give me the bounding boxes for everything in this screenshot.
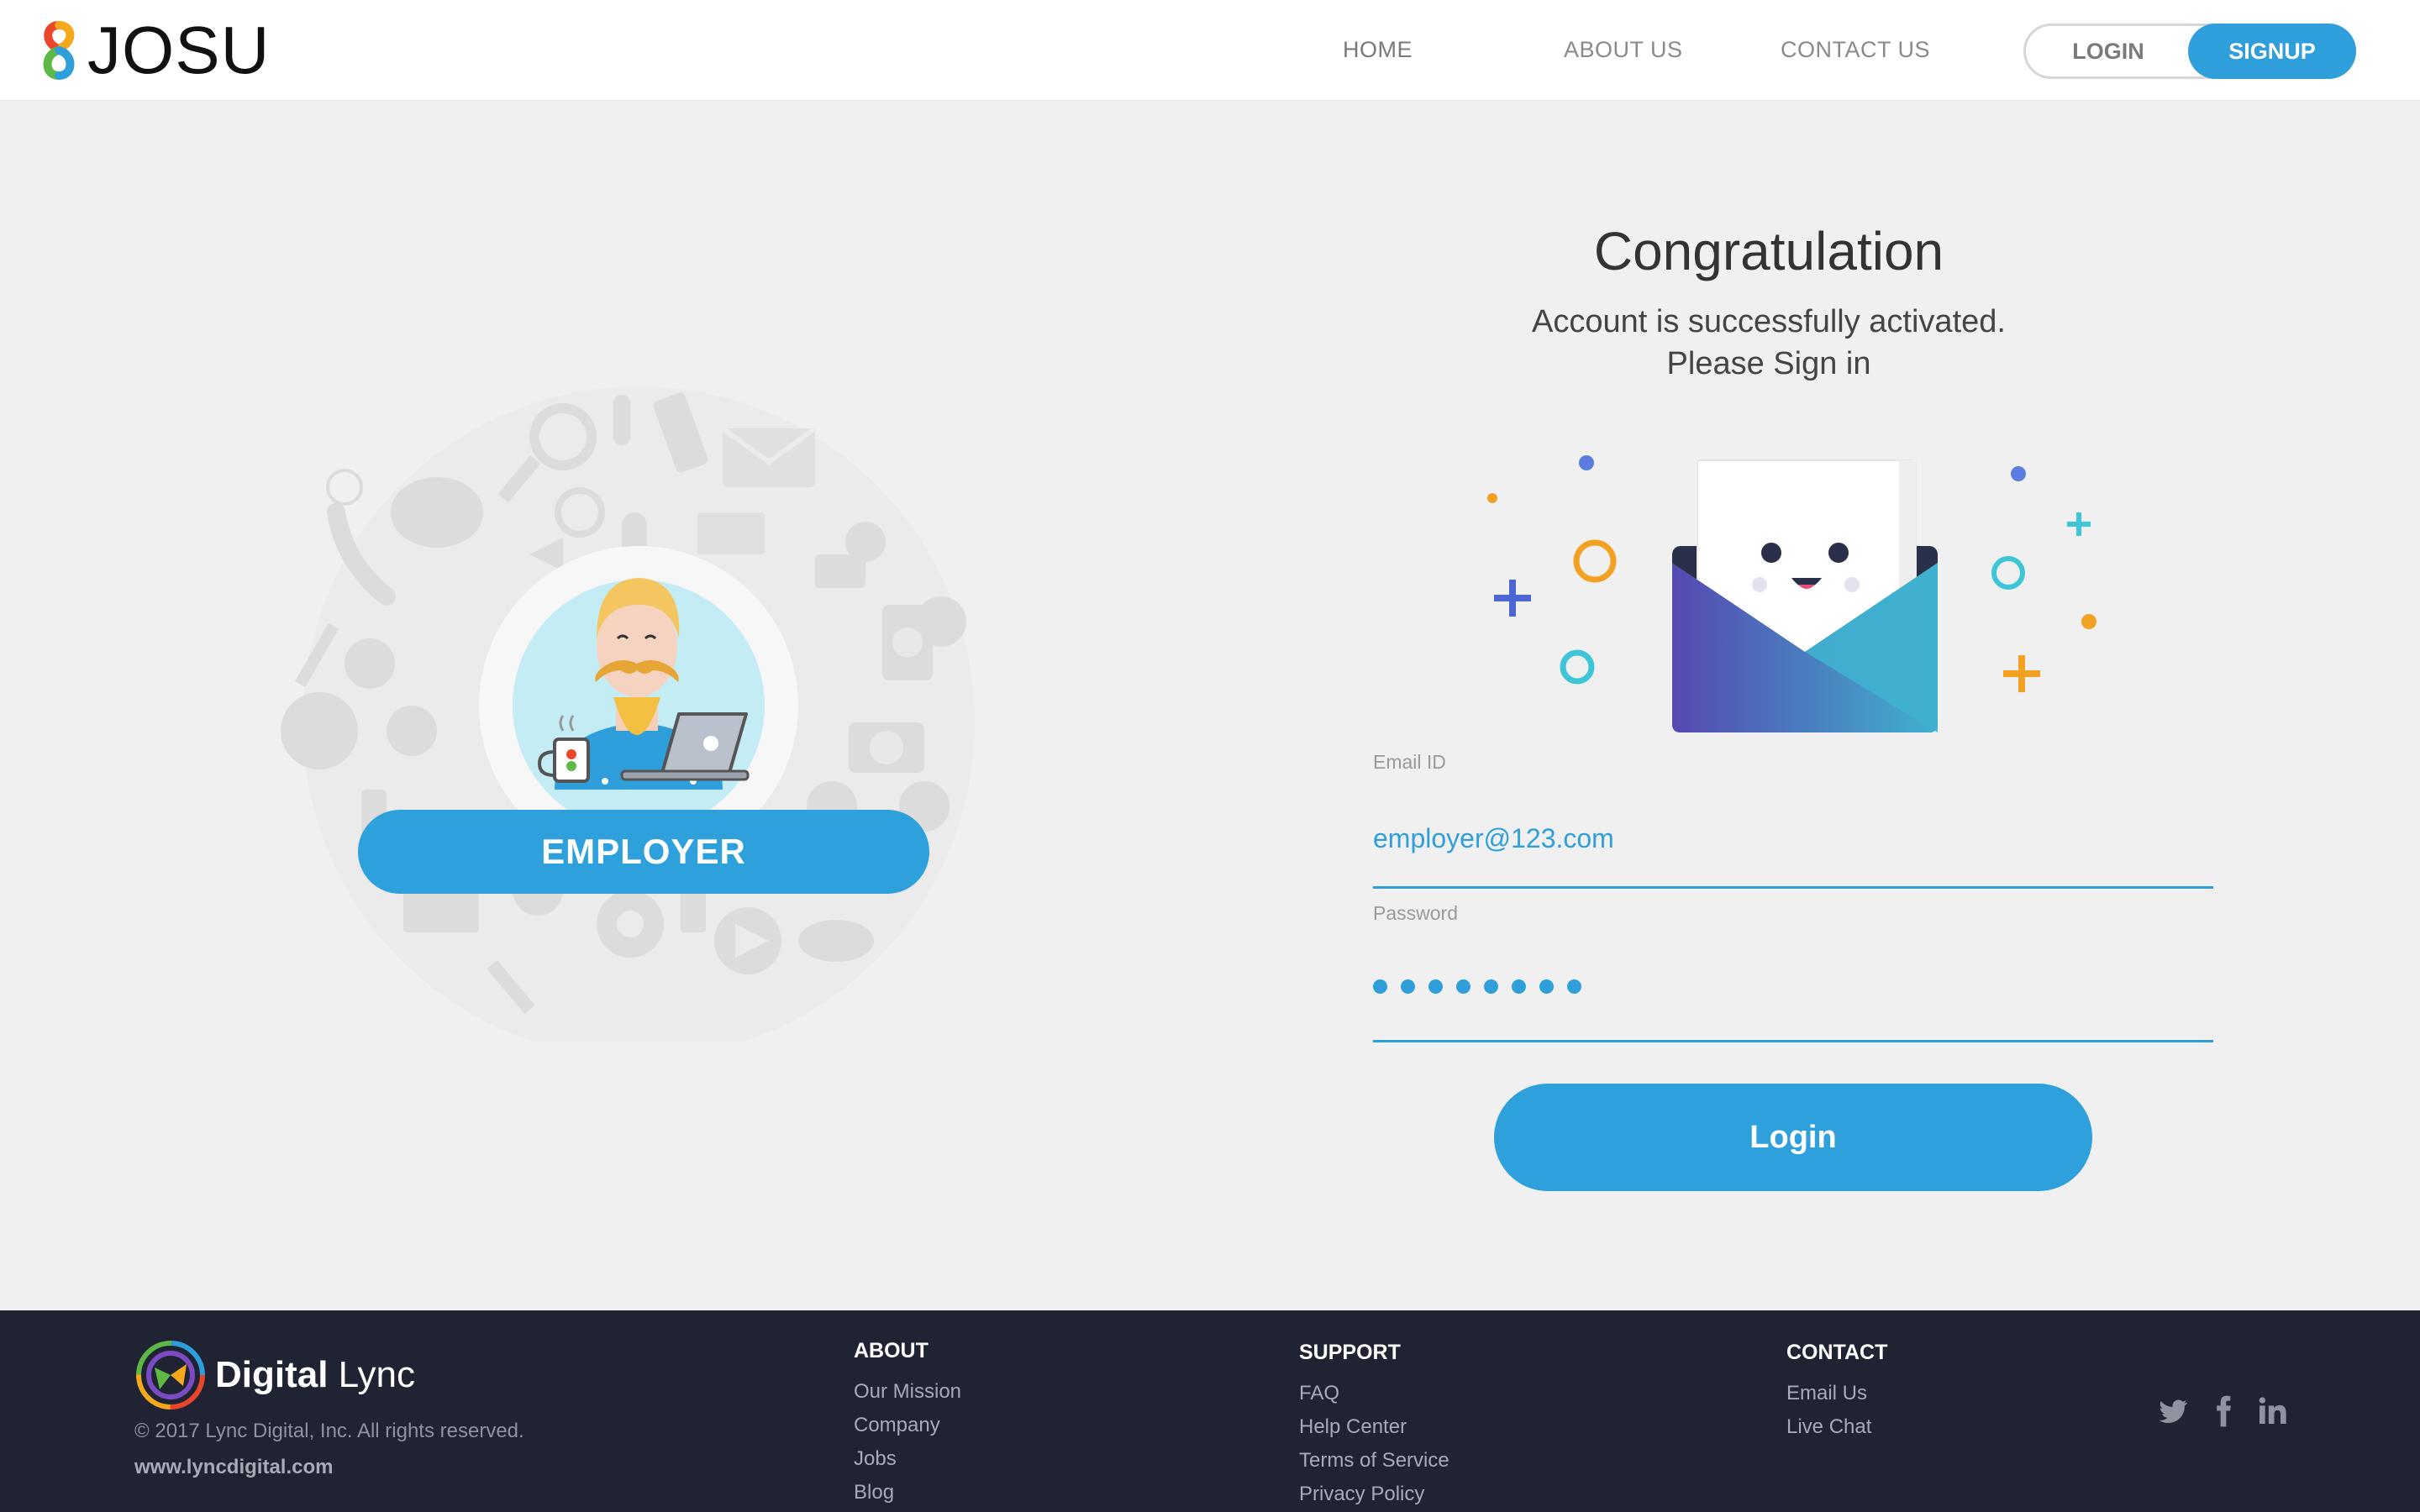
signup-nav-button[interactable]: SIGNUP [2188, 24, 2356, 79]
footer-link-jobs[interactable]: Jobs [854, 1442, 961, 1476]
logo-text: JOSU [87, 13, 271, 87]
password-mask-dot [1512, 979, 1526, 994]
password-label: Password [1373, 902, 1458, 924]
footer-link-blog[interactable]: Blog [854, 1476, 961, 1509]
employer-role-button[interactable]: EMPLOYER [358, 810, 929, 894]
footer-link-email-us[interactable]: Email Us [1786, 1377, 1887, 1410]
password-mask-dot [1567, 979, 1581, 994]
password-mask-dot [1484, 979, 1498, 994]
password-mask-dot [1456, 979, 1470, 994]
nav-home[interactable]: HOME [1343, 37, 1413, 63]
envelope-illustration-icon [1487, 455, 2096, 732]
footer: Digital Lync © 2017 Lync Digital, Inc. A… [0, 1310, 2420, 1512]
digital-lync-logo[interactable]: Digital Lync [134, 1339, 415, 1411]
footer-link-faq[interactable]: FAQ [1299, 1377, 1449, 1410]
footer-link-terms[interactable]: Terms of Service [1299, 1444, 1449, 1478]
nav-contact-us[interactable]: CONTACT US [1781, 37, 1930, 63]
copyright-text: © 2017 Lync Digital, Inc. All rights res… [134, 1420, 524, 1442]
digital-lync-logo-icon [136, 1341, 205, 1410]
password-mask-dot [1401, 979, 1415, 994]
footer-support-column: SUPPORT FAQ Help Center Terms of Service… [1299, 1341, 1449, 1511]
nav-about-us[interactable]: ABOUT US [1564, 37, 1683, 63]
linkedin-icon[interactable] [2255, 1394, 2289, 1428]
footer-about-heading: ABOUT [854, 1339, 929, 1362]
footer-about-column: ABOUT Our Mission Company Jobs Blog [854, 1339, 961, 1509]
josu-logo-mark-icon [43, 21, 75, 80]
email-label: Email ID [1373, 751, 1446, 773]
email-input[interactable]: employer@123.com [1373, 823, 2213, 854]
footer-link-our-mission[interactable]: Our Mission [854, 1375, 961, 1409]
footer-contact-column: CONTACT Email Us Live Chat [1786, 1341, 1887, 1444]
josu-logo[interactable]: JOSU [37, 13, 271, 87]
activation-message-line1: Account is successfully activated. [1532, 304, 2006, 339]
facebook-icon[interactable] [2207, 1394, 2240, 1428]
password-underline [1373, 1040, 2213, 1042]
footer-contact-heading: CONTACT [1786, 1341, 1888, 1364]
twitter-icon[interactable] [2156, 1394, 2190, 1428]
footer-link-company[interactable]: Company [854, 1409, 961, 1442]
brand-name-light: Lync [328, 1354, 415, 1395]
email-underline [1373, 886, 2213, 889]
password-mask-dot [1373, 979, 1387, 994]
password-input[interactable] [1373, 979, 1581, 994]
activation-message-line2: Please Sign in [1666, 346, 1871, 381]
login-button[interactable]: Login [1494, 1084, 2092, 1191]
password-mask-dot [1428, 979, 1443, 994]
brand-name-bold: Digital [215, 1354, 329, 1395]
activation-message: Account is successfully activated. Pleas… [1328, 301, 2210, 385]
footer-support-heading: SUPPORT [1299, 1341, 1401, 1364]
page-title: Congratulation [1593, 221, 1944, 281]
employer-illustration [281, 386, 975, 1042]
top-navbar: JOSU HOME ABOUT US CONTACT US LOGIN SIGN… [0, 0, 2420, 101]
footer-link-help-center[interactable]: Help Center [1299, 1410, 1449, 1444]
auth-toggle: LOGIN SIGNUP [2023, 24, 2356, 79]
login-nav-button[interactable]: LOGIN [2026, 26, 2191, 76]
footer-link-privacy[interactable]: Privacy Policy [1299, 1478, 1449, 1511]
password-mask-dot [1539, 979, 1554, 994]
website-link[interactable]: www.lyncdigital.com [134, 1456, 333, 1479]
brand-name: Digital Lync [215, 1354, 415, 1396]
footer-link-live-chat[interactable]: Live Chat [1786, 1410, 1887, 1444]
